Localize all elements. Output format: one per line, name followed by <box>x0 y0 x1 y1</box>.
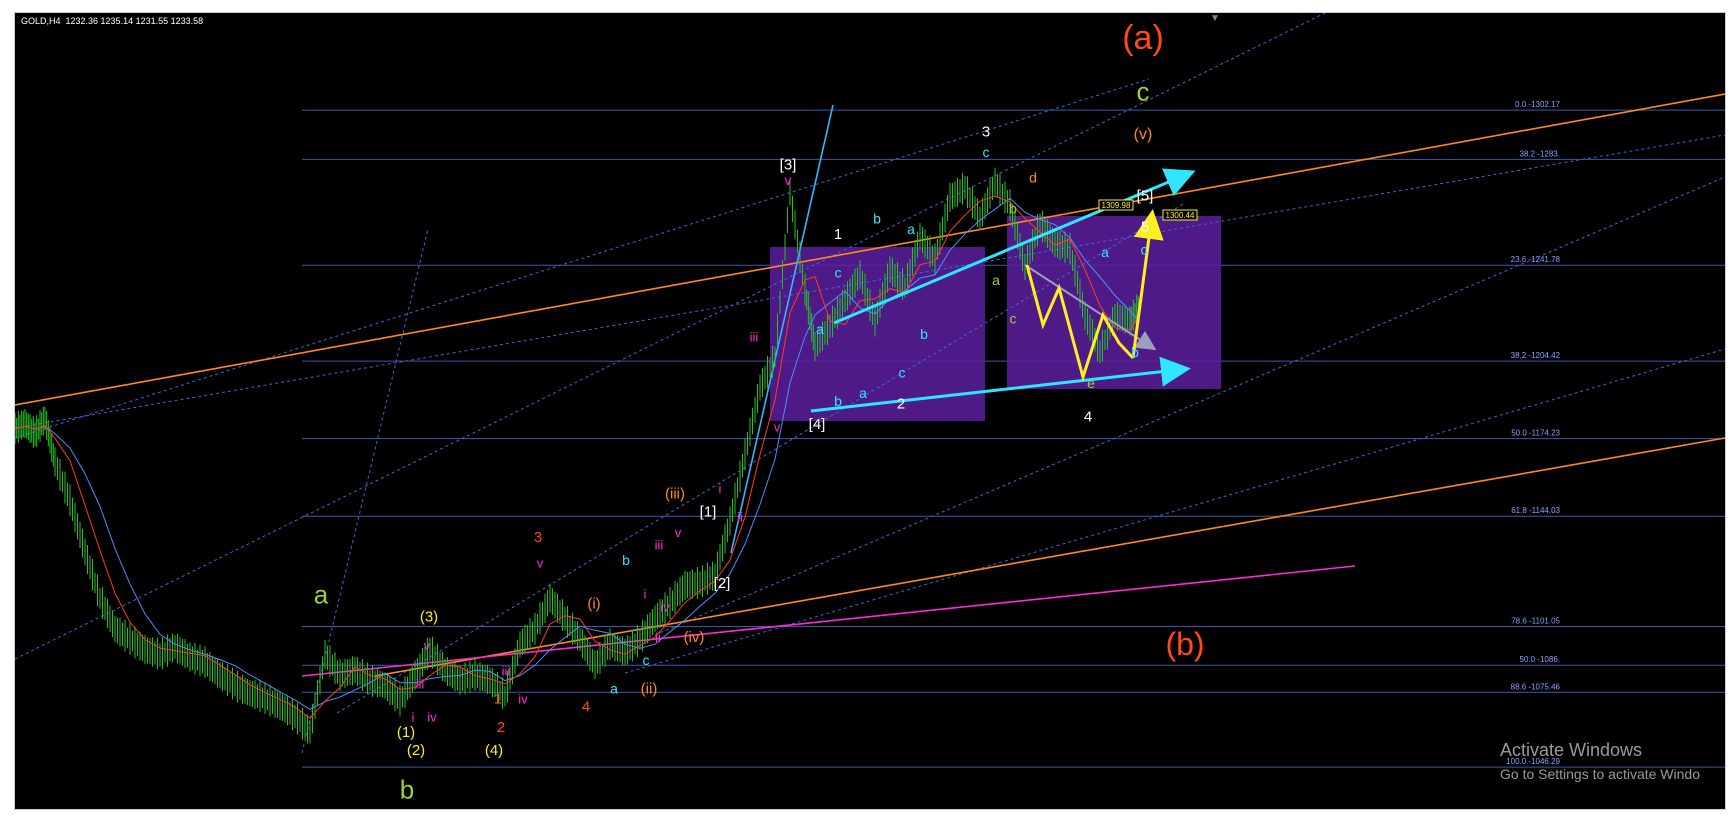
wave-label: iv <box>427 710 437 725</box>
fib-level-label: 38.2 -1204.42 <box>1511 351 1561 360</box>
wave-label: 1 <box>834 226 842 243</box>
wave-label: a <box>859 385 867 401</box>
wave-label: [5] <box>1137 187 1154 204</box>
wave-label: i <box>412 710 415 725</box>
wave-label: iv <box>660 599 670 614</box>
wave-label: v <box>537 556 544 571</box>
wave-label: 5 <box>1141 218 1149 235</box>
fib-level-label: 50.0 -1174.23 <box>1511 429 1560 438</box>
wave-label: i <box>644 586 647 601</box>
wave-label: e <box>1087 375 1095 391</box>
fib-level-label: 0.0 -1302.17 <box>1515 100 1560 109</box>
fib-level-label: 23.6 -1241.78 <box>1511 255 1561 264</box>
wave-label: v <box>675 525 682 540</box>
wave-label: (1) <box>397 724 415 741</box>
wave-label: ii <box>737 509 743 524</box>
wave-label: a <box>907 221 915 237</box>
wave-label: b <box>400 775 414 805</box>
wave-label: a <box>610 680 618 696</box>
wave-label: (iii) <box>665 485 685 502</box>
wave-label: (a) <box>1122 19 1164 57</box>
price-chart-canvas: 0.0 -1302.17 38.2 -1283. 23.6 -1241.78 38.2… <box>15 13 1725 805</box>
wave-label: iii <box>416 676 425 691</box>
price-target-label: 1300.44 <box>1166 211 1195 220</box>
wave-label: c <box>835 264 842 280</box>
wave-label: a <box>816 321 824 337</box>
fib-level-label: 61.8 -1144.03 <box>1511 506 1560 515</box>
chart-shift-marker-icon[interactable]: ▼ <box>1210 13 1220 24</box>
wave-label: c <box>1141 241 1148 257</box>
wave-label: i <box>719 481 722 496</box>
wave-label: 2 <box>497 719 505 736</box>
wave-label: (i) <box>587 596 600 613</box>
dashed-trendline <box>336 202 1186 714</box>
wave-label: v <box>424 638 431 653</box>
wave-label: (v) <box>1134 126 1153 143</box>
fib-level-label: 78.6 -1101.05 <box>1511 617 1560 626</box>
activate-windows-title: Activate Windows <box>1500 740 1643 760</box>
wave-label: c <box>899 365 906 381</box>
wave-label: 2 <box>897 395 905 412</box>
wave-label: c <box>1010 311 1017 327</box>
wave-label: b <box>920 326 928 342</box>
chart-panel[interactable]: 0.0 -1302.17 38.2 -1283. 23.6 -1241.78 38.2… <box>14 12 1726 810</box>
wave-label: iv <box>518 692 528 707</box>
wave-label: c <box>643 652 650 668</box>
wave-label: a <box>1101 244 1109 260</box>
wave-label: b <box>622 552 630 568</box>
wave-label: 4 <box>1084 408 1092 425</box>
wave-label: b <box>1009 200 1017 216</box>
consolidation-box <box>1007 216 1221 389</box>
wave-label: 1 <box>494 691 502 708</box>
wave-label: c <box>1137 76 1150 106</box>
wave-label: [4] <box>809 416 826 433</box>
wave-label: c <box>983 144 990 160</box>
wave-label: [2] <box>714 575 731 592</box>
fib-level-label: 88.6 -1075.46 <box>1511 682 1561 691</box>
wave-label: v <box>774 420 781 435</box>
wave-label: a <box>314 580 329 610</box>
price-target-label: 1309.98 <box>1102 201 1131 210</box>
fib-level-label: 38.2 -1283. <box>1520 149 1560 158</box>
wave-label: (3) <box>420 609 438 626</box>
wave-label: (4) <box>485 742 503 759</box>
fib-level-label: 50.0 -1086. <box>1520 655 1560 664</box>
wave-label: 4 <box>582 698 590 715</box>
wave-label: b <box>1131 344 1139 360</box>
wave-label: (b) <box>1165 626 1204 662</box>
wave-label: [1] <box>700 503 717 520</box>
wave-label: b <box>873 211 881 227</box>
wave-label: (ii) <box>641 680 658 697</box>
wave-label: 3 <box>982 123 990 140</box>
wave-label: b <box>834 393 842 409</box>
wave-label: (iv) <box>684 629 705 646</box>
wave-label: iii <box>750 330 759 345</box>
wave-label: iii <box>502 663 511 678</box>
wave-label: v <box>785 172 792 188</box>
wave-label: ii <box>655 630 661 645</box>
wave-label: (2) <box>407 742 425 759</box>
symbol-header: GOLD,H4 1232.36 1235.14 1231.55 1233.58 <box>21 16 204 26</box>
wave-label: 3 <box>534 529 542 546</box>
wave-label: d <box>1029 169 1037 185</box>
activate-windows-subtitle: Go to Settings to activate Windo <box>1500 766 1700 782</box>
wave-label: iii <box>655 538 664 553</box>
wave-label: a <box>992 272 1000 288</box>
